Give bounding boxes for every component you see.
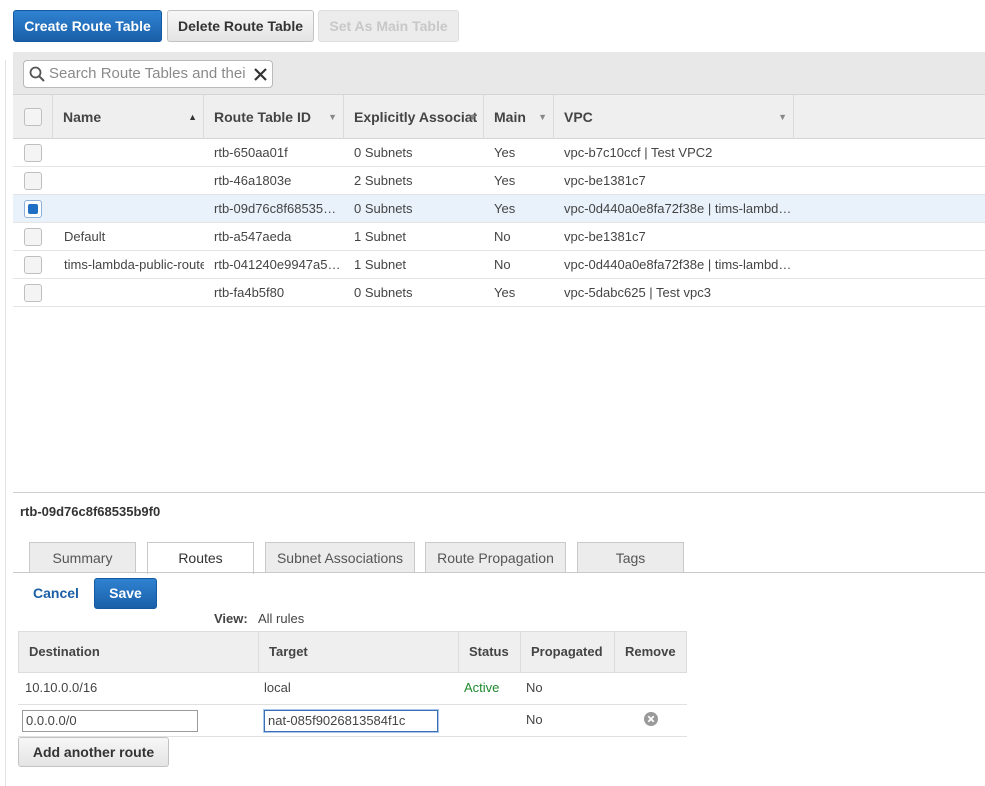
sort-icon: ▼	[538, 112, 547, 122]
routes-col-destination: Destination	[19, 632, 259, 672]
route-row: 10.10.0.0/16 local Active No	[18, 673, 687, 705]
table-row[interactable]: Default rtb-a547aeda 1 Subnet No vpc-be1…	[13, 223, 985, 251]
row-checkbox[interactable]	[24, 256, 42, 274]
cell-vpc: vpc-be1381c7	[564, 229, 646, 244]
row-checkbox[interactable]	[24, 172, 42, 190]
cell-vpc: vpc-0d440a0e8fa72f38e | tims-lambd…	[564, 257, 792, 272]
sort-icon: ▼	[328, 112, 337, 122]
column-header-main[interactable]: Main ▼	[484, 95, 554, 139]
cell-name	[64, 195, 204, 223]
view-label: View:	[214, 611, 248, 626]
tab-routes[interactable]: Routes	[147, 542, 254, 574]
split-pane-divider[interactable]	[13, 492, 985, 493]
cell-main: Yes	[494, 285, 516, 300]
cell-name: Default	[64, 229, 106, 244]
column-header-explicitly-associated[interactable]: Explicitly Associat ▼	[344, 95, 484, 139]
route-destination: 10.10.0.0/16	[25, 680, 98, 695]
tabs-baseline	[13, 572, 985, 573]
cell-main: No	[494, 229, 511, 244]
routes-col-remove: Remove	[625, 644, 676, 659]
detail-title: rtb-09d76c8f68535b9f0	[20, 504, 161, 519]
search-bar: Search Route Tables and thei	[13, 52, 985, 95]
destination-input[interactable]: 0.0.0.0/0	[22, 710, 198, 732]
cell-main: Yes	[494, 145, 516, 160]
view-filter-value[interactable]: All rules	[258, 611, 304, 626]
add-another-route-button[interactable]: Add another route	[18, 737, 169, 767]
tab-tags[interactable]: Tags	[577, 542, 684, 573]
routes-col-propagated: Propagated	[521, 632, 615, 672]
cell-main: Yes	[494, 201, 516, 216]
cell-main: Yes	[494, 173, 516, 188]
cell-main: No	[494, 257, 511, 272]
create-route-table-button[interactable]: Create Route Table	[13, 10, 162, 42]
remove-route-icon[interactable]	[644, 712, 658, 726]
cell-associated: 0 Subnets	[354, 201, 413, 216]
routes-col-target: Target	[259, 632, 459, 672]
cell-associated: 2 Subnets	[354, 173, 413, 188]
column-header-vpc[interactable]: VPC ▼	[554, 95, 794, 139]
table-row-selected[interactable]: rtb-09d76c8f68535… 0 Subnets Yes vpc-0d4…	[13, 195, 985, 223]
routes-col-status: Status	[459, 632, 521, 672]
search-icon	[29, 66, 45, 82]
column-label-explicitly-associated: Explicitly Associat	[354, 109, 478, 125]
target-input[interactable]: nat-085f9026813584f1c	[264, 710, 438, 732]
left-panel-edge	[0, 60, 6, 786]
clear-search-icon[interactable]	[253, 67, 268, 82]
table-row[interactable]: rtb-fa4b5f80 0 Subnets Yes vpc-5dabc625 …	[13, 279, 985, 307]
column-label-name: Name	[63, 109, 102, 125]
cell-route-table-id: rtb-fa4b5f80	[214, 285, 285, 300]
tab-route-propagation[interactable]: Route Propagation	[425, 542, 566, 573]
cell-name	[64, 139, 204, 167]
sort-icon: ▼	[468, 112, 477, 122]
cell-route-table-id: rtb-09d76c8f68535…	[214, 201, 337, 216]
search-placeholder: Search Route Tables and thei	[49, 65, 246, 82]
routes-header: Destination Target Status Propagated Rem…	[18, 631, 687, 673]
column-label-main: Main	[494, 109, 526, 125]
select-all-column	[13, 95, 53, 139]
route-propagated: No	[526, 712, 543, 727]
column-header-name[interactable]: Name ▲	[53, 95, 204, 139]
save-button[interactable]: Save	[94, 578, 157, 609]
tab-subnet-associations[interactable]: Subnet Associations	[265, 542, 415, 573]
search-input[interactable]: Search Route Tables and thei	[23, 60, 273, 88]
column-header-route-table-id[interactable]: Route Table ID ▼	[204, 95, 344, 139]
column-label-route-table-id: Route Table ID	[214, 109, 311, 125]
set-as-main-table-button: Set As Main Table	[318, 10, 459, 42]
cell-route-table-id: rtb-041240e9947a5…	[214, 257, 341, 272]
sort-ascending-icon: ▲	[188, 112, 197, 122]
cell-route-table-id: rtb-650aa01f	[214, 145, 288, 160]
cancel-button[interactable]: Cancel	[33, 585, 79, 601]
cell-associated: 0 Subnets	[354, 285, 413, 300]
delete-route-table-button[interactable]: Delete Route Table	[167, 10, 314, 42]
cell-vpc: vpc-0d440a0e8fa72f38e | tims-lambd…	[564, 201, 792, 216]
route-target: local	[264, 680, 291, 695]
sort-icon: ▼	[778, 112, 787, 122]
cell-associated: 0 Subnets	[354, 145, 413, 160]
row-checkbox[interactable]	[24, 228, 42, 246]
cell-associated: 1 Subnet	[354, 229, 407, 244]
route-propagated: No	[526, 680, 543, 695]
row-checkbox[interactable]	[24, 284, 42, 302]
row-checkbox-checked[interactable]	[24, 200, 42, 218]
cell-associated: 1 Subnet	[354, 257, 407, 272]
cell-route-table-id: rtb-a547aeda	[214, 229, 292, 244]
cell-name	[64, 167, 204, 195]
table-row[interactable]: rtb-46a1803e 2 Subnets Yes vpc-be1381c7	[13, 167, 985, 195]
tab-summary[interactable]: Summary	[29, 542, 136, 573]
table-row[interactable]: rtb-650aa01f 0 Subnets Yes vpc-b7c10ccf …	[13, 139, 985, 167]
cell-vpc: vpc-b7c10ccf | Test VPC2	[564, 145, 713, 160]
cell-name: tims-lambda-public-route	[64, 257, 204, 272]
route-tables-header: Name ▲ Route Table ID ▼ Explicitly Assoc…	[13, 95, 985, 139]
table-row[interactable]: tims-lambda-public-route rtb-041240e9947…	[13, 251, 985, 279]
column-label-vpc: VPC	[564, 109, 593, 125]
select-all-checkbox[interactable]	[24, 108, 42, 126]
cell-name	[64, 279, 204, 307]
row-checkbox[interactable]	[24, 144, 42, 162]
route-row-editable: 0.0.0.0/0 nat-085f9026813584f1c No	[18, 705, 687, 737]
cell-vpc: vpc-5dabc625 | Test vpc3	[564, 285, 711, 300]
cell-vpc: vpc-be1381c7	[564, 173, 646, 188]
cell-route-table-id: rtb-46a1803e	[214, 173, 292, 188]
route-status: Active	[464, 680, 500, 695]
